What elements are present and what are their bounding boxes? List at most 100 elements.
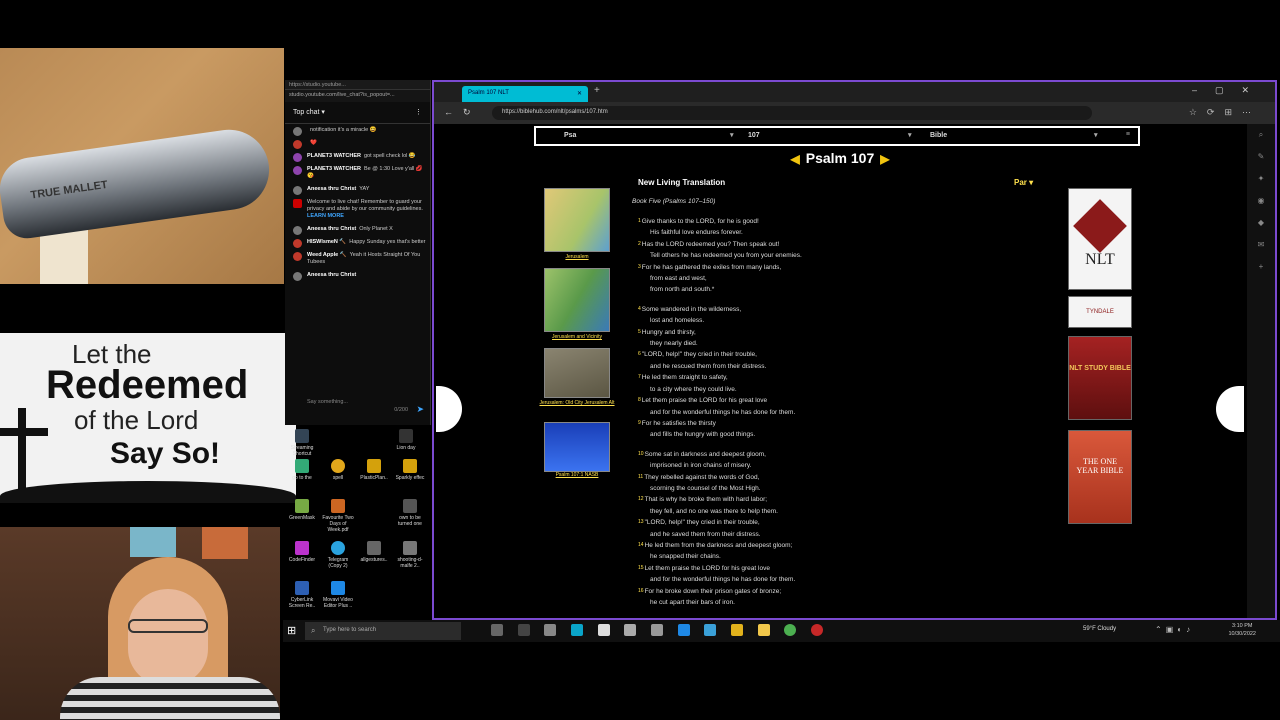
office-icon[interactable]: ◆	[1247, 212, 1275, 234]
map-thumbnail[interactable]	[544, 268, 610, 332]
search-icon[interactable]: ⌕	[1247, 124, 1275, 146]
url-field[interactable]: https://biblehub.com/nlt/psalms/107.htm	[492, 106, 1092, 120]
verse-number[interactable]: 6	[638, 351, 641, 357]
tools-icon[interactable]: ✦	[1247, 168, 1275, 190]
task-view-icon[interactable]	[491, 624, 503, 636]
desktop-icon[interactable]: GreenMask	[285, 499, 319, 521]
desktop-icon[interactable]: own to be turned one	[393, 499, 427, 527]
app-icon[interactable]	[517, 624, 530, 636]
book-select[interactable]: Psa ▾	[564, 132, 734, 139]
verse-number[interactable]: 16	[638, 588, 644, 594]
map-caption[interactable]: Jerusalem	[538, 254, 616, 260]
version-select[interactable]: Bible ▾	[930, 132, 1098, 139]
live-chat-window: https://studio.youtube... studio.youtube…	[285, 80, 431, 425]
desktop-icon[interactable]: Lion day	[389, 429, 423, 451]
send-icon[interactable]: ➤	[416, 404, 424, 415]
browser-tab[interactable]: Psalm 107 NLT ✕	[462, 86, 588, 102]
desktop-icon[interactable]: CyberLink Screen Re..	[285, 581, 319, 609]
folder-icon[interactable]	[731, 624, 744, 636]
verse-number[interactable]: 5	[638, 329, 641, 335]
app-icon[interactable]	[544, 624, 557, 636]
app-icon[interactable]	[704, 624, 717, 636]
chat-message: HISWlsmeN 🔨 Happy Sunday yes that's bette…	[285, 236, 430, 249]
verse-line: 9For he satisfies the thirsty	[638, 418, 968, 429]
edge-icon[interactable]	[571, 624, 584, 636]
desktop-icon[interactable]: PlasticPlan..	[357, 459, 391, 481]
desktop-icon[interactable]: Favourite Two Days of Week.pdf	[321, 499, 355, 533]
app-icon[interactable]	[677, 624, 690, 636]
chapter-select[interactable]: 107 ▾	[748, 132, 912, 139]
system-tray-icons[interactable]: ⌃▣◐♪	[1155, 625, 1194, 634]
desktop-icon[interactable]: Sparkly effec	[393, 459, 427, 481]
verse-number[interactable]: 2	[638, 241, 641, 247]
tyndale-ad[interactable]: TYNDALE	[1068, 296, 1132, 328]
ad-label: NLT	[1085, 251, 1115, 268]
taskbar-clock[interactable]: 3:10 PM 10/30/2022	[1228, 622, 1256, 638]
next-page-tab[interactable]	[1216, 386, 1244, 432]
desktop-icon[interactable]: shooting-d-malfe 2..	[393, 541, 427, 569]
app-icon[interactable]	[597, 624, 610, 636]
verse-number[interactable]: 10	[638, 451, 644, 457]
verse-number[interactable]: 7	[638, 374, 641, 380]
folder-icon[interactable]	[757, 624, 770, 636]
window-controls[interactable]: –▢✕	[1192, 85, 1267, 96]
one-year-bible-ad[interactable]: THE ONE YEAR BIBLE	[1068, 430, 1132, 524]
menu-icon[interactable]: ≡	[1126, 131, 1130, 138]
desktop-icon[interactable]: CodeFinder	[285, 541, 319, 563]
verse-number[interactable]: 13	[638, 519, 644, 525]
prev-chapter-icon[interactable]: ◀	[791, 152, 800, 166]
photo-caption[interactable]: Jerusalem: Old City Jerusalem Alt	[538, 400, 616, 406]
desktop-icon[interactable]: allgestures..	[357, 541, 391, 563]
desktop-icon[interactable]: spell	[321, 459, 355, 481]
weather-widget[interactable]: 59°F Cloudy	[1083, 626, 1116, 632]
chat-url-bar[interactable]: studio.youtube.com/live_chat?is_popout=.…	[285, 90, 430, 102]
verse-number[interactable]: 8	[638, 397, 641, 403]
verse-image-caption[interactable]: Psalm 107:1 NASB	[538, 472, 616, 478]
map-caption[interactable]: Jerusalem and Vicinity	[538, 334, 616, 340]
desktop-icon-label: own to be turned one	[398, 515, 422, 527]
close-icon[interactable]: ✕	[577, 90, 582, 97]
verse-number[interactable]: 1	[638, 218, 641, 224]
desktop-icon[interactable]: go to the	[285, 459, 319, 481]
study-bible-ad[interactable]: NLT STUDY BIBLE	[1068, 336, 1132, 420]
chrome-icon[interactable]	[784, 624, 797, 636]
desktop-icons: Streaming Shortcut Lion day go to the sp…	[285, 425, 431, 618]
taskbar-search[interactable]: ⌕ Type here to search	[305, 622, 461, 640]
presenter-face	[128, 589, 208, 685]
app-icon[interactable]	[651, 624, 664, 636]
windows-start-icon[interactable]: ⊞	[287, 624, 296, 637]
new-tab-icon[interactable]: +	[594, 85, 600, 96]
verse-number[interactable]: 9	[638, 420, 641, 426]
add-icon[interactable]: +	[1247, 256, 1275, 278]
desktop-icon[interactable]: Streaming Shortcut	[285, 429, 319, 457]
verse-number[interactable]: 14	[638, 542, 644, 548]
verse-number[interactable]: 12	[638, 496, 644, 502]
photo-thumbnail[interactable]	[544, 348, 610, 398]
store-icon[interactable]	[624, 624, 637, 636]
chat-message: notification it's a miracle 😆	[285, 124, 430, 137]
nav-buttons[interactable]: ←↻	[444, 107, 481, 118]
tag-icon[interactable]: ✎	[1247, 146, 1275, 168]
chat-mode-selector[interactable]: Top chat ▾ ⋮	[285, 102, 430, 124]
verse-image-thumbnail[interactable]	[544, 422, 610, 472]
more-icon[interactable]: ⋮	[415, 108, 422, 116]
parallel-link[interactable]: Par ▾	[1014, 178, 1033, 187]
nlt-logo-ad[interactable]: NLT	[1068, 188, 1132, 290]
app-icon[interactable]	[811, 624, 824, 636]
prev-page-tab[interactable]	[436, 386, 462, 432]
outlook-icon[interactable]: ✉	[1247, 234, 1275, 256]
map-thumbnail[interactable]	[544, 188, 610, 252]
desktop-icon[interactable]: Movavi Video Editor Plus ..	[321, 581, 355, 609]
verse-line: they fell, and no one was there to help …	[638, 506, 968, 517]
verse-number[interactable]: 15	[638, 565, 644, 571]
toolbar-icons[interactable]: ☆⟳⊞⋯	[1189, 107, 1261, 118]
learn-more-link[interactable]: LEARN MORE	[307, 213, 344, 219]
desktop-icon-label: Movavi Video Editor Plus ..	[323, 597, 353, 609]
verse-number[interactable]: 4	[638, 306, 641, 312]
games-icon[interactable]: ◉	[1247, 190, 1275, 212]
chat-text: got spell check lol 😂	[363, 153, 416, 159]
verse-number[interactable]: 11	[638, 474, 643, 480]
next-chapter-icon[interactable]: ▶	[880, 152, 889, 166]
desktop-icon[interactable]: Telegram (Copy 2)	[321, 541, 355, 569]
verse-number[interactable]: 3	[638, 264, 641, 270]
